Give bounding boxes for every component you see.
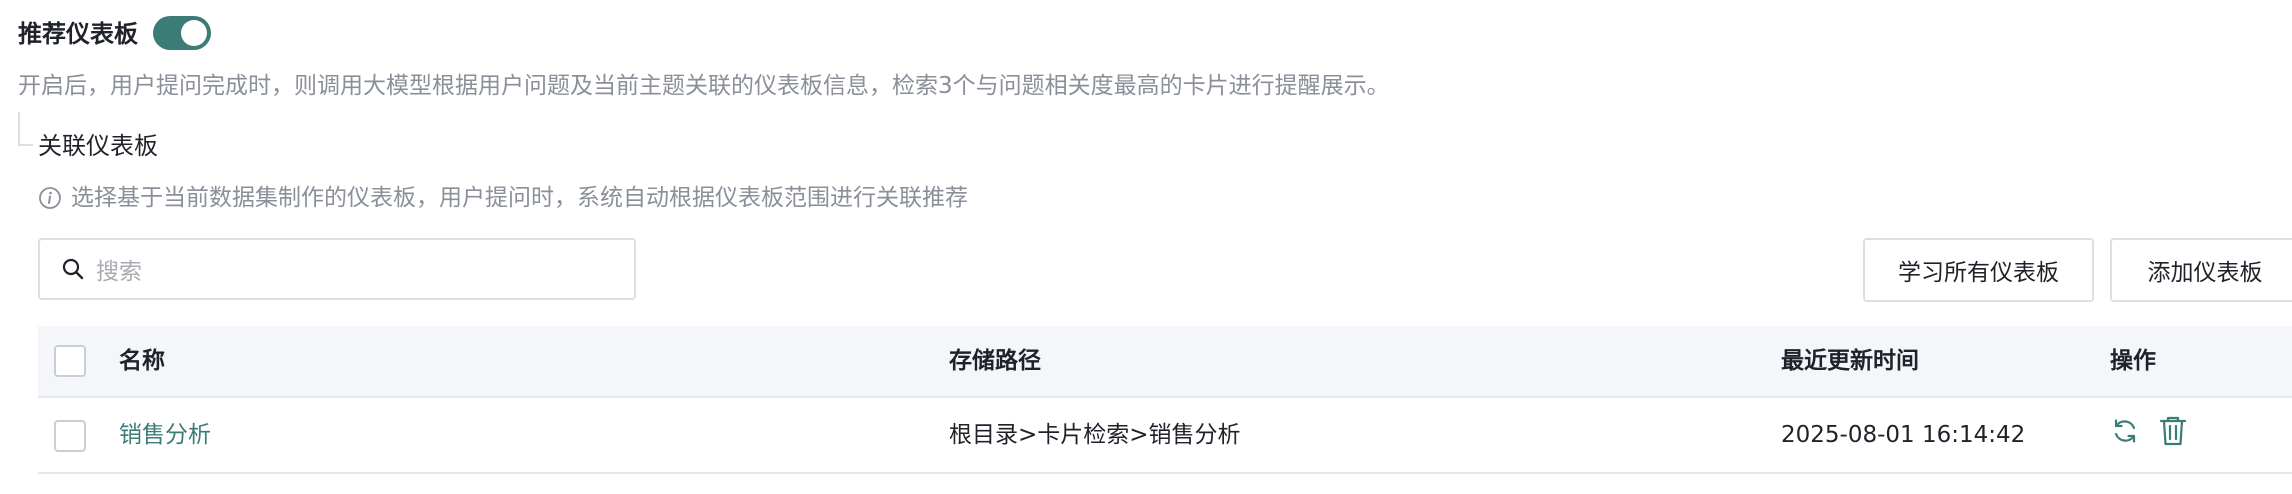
toggle-knob bbox=[181, 20, 207, 46]
column-header-path: 存储路径 bbox=[949, 348, 1041, 374]
recommend-dashboard-toggle[interactable] bbox=[153, 16, 211, 50]
table-row: 销售分析 根目录>卡片检索>销售分析 2025-08-01 16:14:42 bbox=[38, 398, 2292, 474]
delete-icon[interactable] bbox=[2158, 415, 2188, 447]
dashboard-name-link[interactable]: 销售分析 bbox=[119, 418, 211, 452]
table-header: 名称 存储路径 最近更新时间 操作 bbox=[38, 326, 2292, 398]
column-header-actions: 操作 bbox=[2110, 348, 2156, 374]
learn-all-dashboards-button[interactable]: 学习所有仪表板 bbox=[1863, 238, 2094, 302]
select-all-checkbox[interactable] bbox=[54, 345, 86, 377]
recommend-description: 开启后，用户提问完成时，则调用大模型根据用户问题及当前主题关联的仪表板信息，检索… bbox=[18, 73, 1390, 99]
section-connector-line bbox=[18, 112, 33, 146]
related-hint-text: 选择基于当前数据集制作的仪表板，用户提问时，系统自动根据仪表板范围进行关联推荐 bbox=[71, 185, 968, 211]
info-icon bbox=[39, 187, 61, 209]
recommend-dashboard-title: 推荐仪表板 bbox=[18, 20, 138, 48]
search-input[interactable]: 搜索 bbox=[38, 238, 636, 300]
dashboard-updated-time: 2025-08-01 16:14:42 bbox=[1781, 422, 2026, 448]
dashboard-path: 根目录>卡片检索>销售分析 bbox=[949, 422, 1241, 448]
add-dashboard-button[interactable]: 添加仪表板 bbox=[2110, 238, 2292, 302]
column-header-name: 名称 bbox=[119, 348, 165, 374]
column-header-updated: 最近更新时间 bbox=[1781, 348, 1919, 374]
row-checkbox[interactable] bbox=[54, 420, 86, 452]
search-icon bbox=[62, 258, 84, 280]
related-hint: 选择基于当前数据集制作的仪表板，用户提问时，系统自动根据仪表板范围进行关联推荐 bbox=[38, 181, 968, 215]
search-placeholder: 搜索 bbox=[96, 259, 142, 285]
related-dashboard-title: 关联仪表板 bbox=[38, 132, 158, 160]
refresh-icon[interactable] bbox=[2110, 416, 2140, 446]
